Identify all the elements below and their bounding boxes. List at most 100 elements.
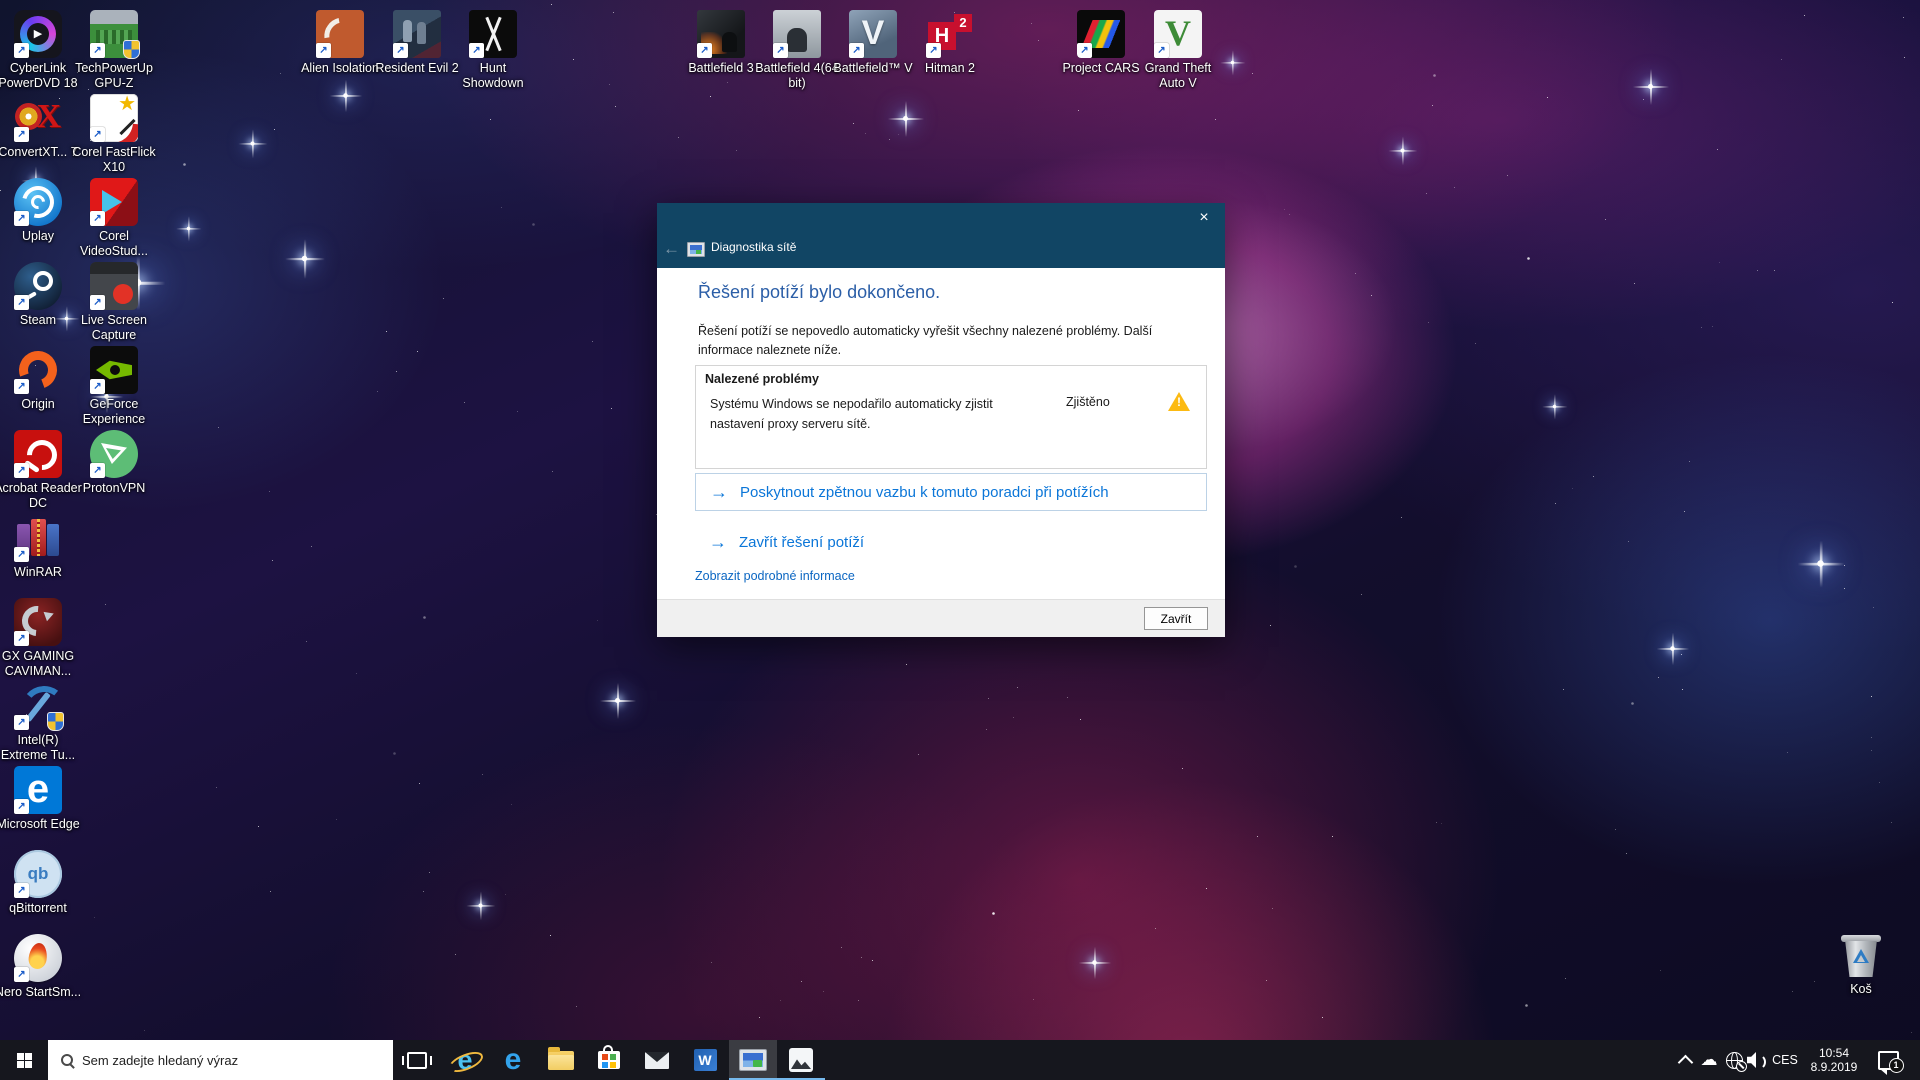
notification-badge: 1 bbox=[1889, 1058, 1904, 1073]
taskbar-edge-button[interactable]: e bbox=[489, 1040, 537, 1080]
uac-shield-icon bbox=[47, 712, 64, 731]
taskbar-store-button[interactable] bbox=[585, 1040, 633, 1080]
desktop-icon-cyberlink-powerdvd[interactable]: ↗ CyberLink PowerDVD 18 bbox=[0, 10, 76, 91]
desktop-icon-nero[interactable]: ↗ Nero StartSm... bbox=[0, 934, 76, 1000]
desktop-icon-gpuz[interactable]: ↗ TechPowerUp GPU-Z bbox=[76, 10, 152, 91]
desktop-icon-convertx[interactable]: ↗ ConvertXT... 7 bbox=[0, 94, 76, 160]
tray-show-hidden-icons[interactable] bbox=[1674, 1040, 1696, 1080]
desktop-icon-fastflick[interactable]: ↗ Corel FastFlick X10 bbox=[76, 94, 152, 175]
desktop-icon-microsoft-edge[interactable]: ↗ Microsoft Edge bbox=[0, 766, 76, 832]
winrar-icon: ↗ bbox=[14, 514, 62, 562]
bright-star bbox=[251, 142, 255, 146]
desktop-icon-intel-xtu[interactable]: ↗ Intel(R) Extreme Tu... bbox=[0, 682, 76, 763]
internet-explorer-icon: e bbox=[450, 1045, 480, 1075]
bright-star bbox=[343, 93, 348, 98]
date-label: 8.9.2019 bbox=[1811, 1060, 1858, 1074]
battlefield-3-icon: ↗ bbox=[697, 10, 745, 58]
bright-star bbox=[187, 227, 191, 231]
desktop-icon-live-screen-capture[interactable]: ↗ Live Screen Capture bbox=[76, 262, 152, 343]
taskbar: e e CES 10:54 8.9.2019 1 bbox=[0, 1040, 1920, 1080]
shortcut-arrow-icon: ↗ bbox=[926, 43, 941, 58]
taskbar-photos-button[interactable] bbox=[777, 1040, 825, 1080]
taskbar-search[interactable] bbox=[48, 1040, 393, 1080]
back-arrow-icon[interactable]: ← bbox=[663, 239, 680, 259]
tray-onedrive-button[interactable] bbox=[1696, 1040, 1722, 1080]
battlefield-v-icon: ↗ bbox=[849, 10, 897, 58]
shortcut-arrow-icon: ↗ bbox=[849, 43, 864, 58]
dialog-title: Diagnostika sítě bbox=[711, 240, 796, 254]
uac-shield-icon bbox=[123, 40, 140, 59]
desktop-icon-gta-v[interactable]: ↗ Grand Theft Auto V bbox=[1140, 10, 1216, 91]
desktop-icon-battlefield-3[interactable]: ↗ Battlefield 3 bbox=[683, 10, 759, 76]
tray-network-button[interactable] bbox=[1722, 1040, 1746, 1080]
tray-volume-button[interactable] bbox=[1746, 1040, 1770, 1080]
desktop-icon-battlefield-v[interactable]: ↗ Battlefield™ V bbox=[835, 10, 911, 76]
taskbar-word-button[interactable] bbox=[681, 1040, 729, 1080]
desktop-icon-hitman-2[interactable]: H2↗ Hitman 2 bbox=[912, 10, 988, 76]
desktop-icon-videostudio[interactable]: ↗ Corel VideoStud... bbox=[76, 178, 152, 259]
desktop-icon-winrar[interactable]: ↗ WinRAR bbox=[0, 514, 76, 580]
feedback-link[interactable]: → Poskytnout zpětnou vazbu k tomuto pora… bbox=[695, 473, 1207, 511]
intel-xtu-icon: ↗ bbox=[14, 682, 62, 730]
icon-label: TechPowerUp GPU-Z bbox=[69, 61, 159, 91]
desktop-icon-origin[interactable]: ↗ Origin bbox=[0, 346, 76, 412]
desktop-icon-protonvpn[interactable]: ↗ ProtonVPN bbox=[76, 430, 152, 496]
desktop-icon-alien-isolation[interactable]: ↗ Alien Isolation bbox=[302, 10, 378, 76]
desktop-icon-uplay[interactable]: ↗ Uplay bbox=[0, 178, 76, 244]
dialog-titlebar: × ← Diagnostika sítě bbox=[657, 203, 1225, 268]
desktop-icon-project-cars[interactable]: ↗ Project CARS bbox=[1063, 10, 1139, 76]
desktop-icon-qbittorrent[interactable]: ↗ qBittorrent bbox=[0, 850, 76, 916]
icon-label: Corel VideoStud... bbox=[69, 229, 159, 259]
start-button[interactable] bbox=[0, 1040, 48, 1080]
task-view-button[interactable] bbox=[393, 1040, 441, 1080]
tray-language-button[interactable]: CES bbox=[1770, 1040, 1800, 1080]
icon-label: qBittorrent bbox=[0, 901, 83, 916]
star-field bbox=[0, 0, 1, 1]
close-troubleshooter-link[interactable]: → Zavřít řešení potíží bbox=[695, 530, 864, 554]
taskbar-troubleshooter-button[interactable] bbox=[729, 1040, 777, 1080]
arrow-right-icon: → bbox=[709, 533, 727, 551]
shortcut-arrow-icon: ↗ bbox=[773, 43, 788, 58]
desktop-icon-gx-gaming[interactable]: ↗ GX GAMING CAVIMAN... bbox=[0, 598, 76, 679]
shortcut-arrow-icon: ↗ bbox=[90, 43, 105, 58]
gx-gaming-icon: ↗ bbox=[14, 598, 62, 646]
time-label: 10:54 bbox=[1811, 1046, 1858, 1060]
speaker-icon bbox=[1747, 1052, 1769, 1068]
dialog-heading: Řešení potíží bylo dokončeno. bbox=[698, 282, 940, 303]
icon-label: Intel(R) Extreme Tu... bbox=[0, 733, 83, 763]
taskbar-mail-button[interactable] bbox=[633, 1040, 681, 1080]
desktop-icon-geforce-experience[interactable]: ↗ GeForce Experience bbox=[76, 346, 152, 427]
desktop-icon-acrobat-reader[interactable]: ↗ Acrobat Reader DC bbox=[0, 430, 76, 511]
bright-star bbox=[1401, 149, 1405, 153]
network-diagnostics-app-icon bbox=[687, 242, 705, 257]
bright-star bbox=[1553, 405, 1557, 409]
bright-star bbox=[479, 904, 483, 908]
shortcut-arrow-icon: ↗ bbox=[14, 295, 29, 310]
close-icon[interactable]: × bbox=[1187, 205, 1221, 231]
close-button[interactable]: Zavřít bbox=[1144, 607, 1208, 630]
desktop-icon-steam[interactable]: ↗ Steam bbox=[0, 262, 76, 328]
search-input[interactable] bbox=[48, 1040, 393, 1080]
desktop-icon-battlefield-4[interactable]: ↗ Battlefield 4(64 bit) bbox=[759, 10, 835, 91]
gta-v-icon: ↗ bbox=[1154, 10, 1202, 58]
tray-clock[interactable]: 10:54 8.9.2019 bbox=[1800, 1040, 1868, 1080]
taskbar-file-explorer-button[interactable] bbox=[537, 1040, 585, 1080]
warning-icon: ! bbox=[1168, 392, 1190, 411]
icon-label: ProtonVPN bbox=[69, 481, 159, 496]
shortcut-arrow-icon: ↗ bbox=[14, 211, 29, 226]
network-diagnostics-dialog: × ← Diagnostika sítě Řešení potíží bylo … bbox=[657, 203, 1225, 637]
desktop-icon-hunt-showdown[interactable]: ↗ Hunt Showdown bbox=[455, 10, 531, 91]
taskbar-internet-explorer-button[interactable]: e bbox=[441, 1040, 489, 1080]
shortcut-arrow-icon: ↗ bbox=[14, 547, 29, 562]
tray-action-center-button[interactable]: 1 bbox=[1872, 1040, 1904, 1080]
icon-label: Grand Theft Auto V bbox=[1133, 61, 1223, 91]
desktop-icon-resident-evil-2[interactable]: ↗ Resident Evil 2 bbox=[379, 10, 455, 76]
desktop-icon-recycle-bin[interactable]: Koš bbox=[1823, 931, 1899, 997]
details-link[interactable]: Zobrazit podrobné informace bbox=[695, 569, 855, 583]
wand-icon bbox=[119, 119, 135, 135]
bright-star bbox=[615, 698, 620, 703]
shortcut-arrow-icon: ↗ bbox=[90, 211, 105, 226]
microsoft-store-icon bbox=[598, 1051, 620, 1069]
icon-label: Microsoft Edge bbox=[0, 817, 83, 832]
dialog-description: Řešení potíží se nepovedlo automaticky v… bbox=[698, 322, 1202, 360]
